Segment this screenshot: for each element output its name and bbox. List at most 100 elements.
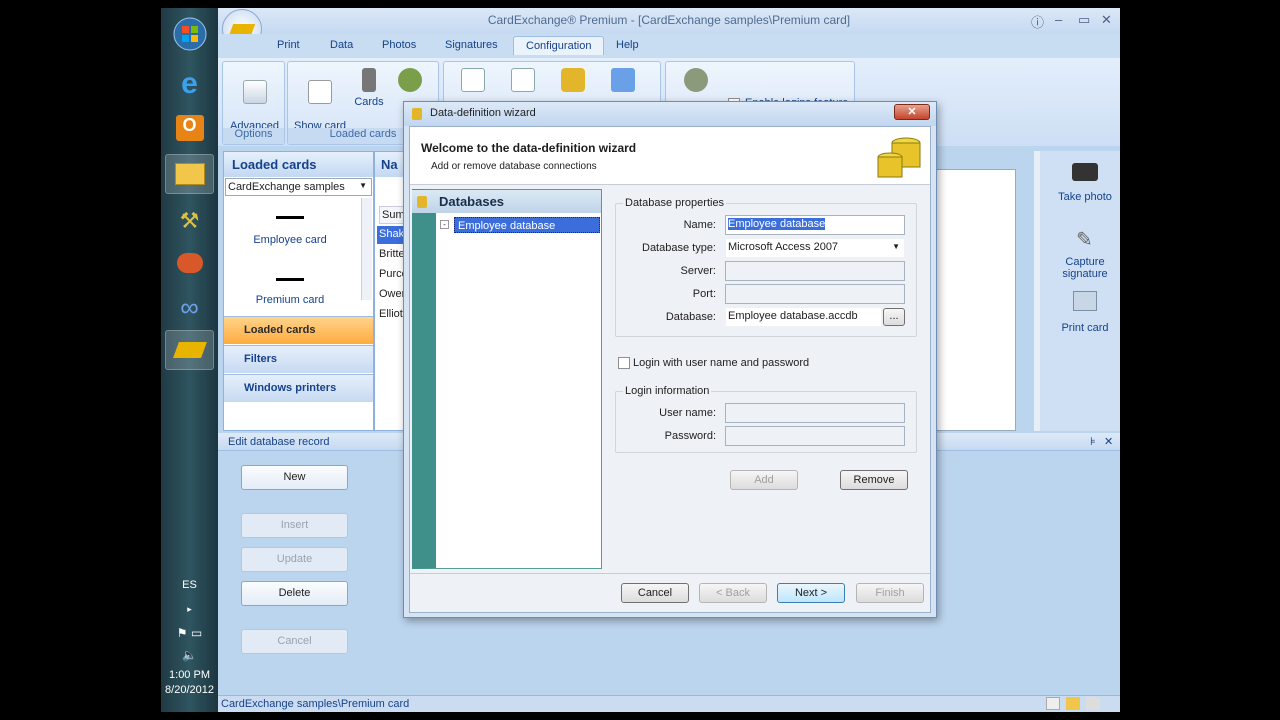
- tab-signatures[interactable]: Signatures: [445, 39, 498, 51]
- insert-button[interactable]: Insert: [241, 513, 348, 538]
- window-title: CardExchange® Premium - [CardExchange sa…: [487, 13, 851, 27]
- card-label[interactable]: Premium card: [224, 294, 356, 306]
- infinity-icon[interactable]: ∞: [165, 287, 214, 327]
- data-definition-wizard-dialog: Data-definition wizard ✕ Welcome to the …: [403, 101, 937, 618]
- language-indicator[interactable]: ES: [161, 579, 218, 591]
- database-item[interactable]: Employee database: [454, 217, 600, 233]
- card-thumbnail[interactable]: [276, 216, 304, 219]
- update-button[interactable]: Update: [241, 547, 348, 572]
- card-thumbnail[interactable]: [276, 278, 304, 281]
- tab-configuration[interactable]: Configuration: [513, 36, 605, 55]
- chevron-down-icon: ▼: [359, 181, 367, 190]
- card-list: Employee card Premium card: [224, 198, 360, 306]
- wizard-header: Welcome to the data-definition wizard Ad…: [410, 127, 930, 185]
- browse-button[interactable]: ...: [883, 308, 905, 326]
- close-button[interactable]: ✕: [1101, 12, 1112, 28]
- wizard-finish-button[interactable]: Finish: [856, 583, 924, 603]
- wizard-cancel-button[interactable]: Cancel: [621, 583, 689, 603]
- title-bar: CardExchange® Premium - [CardExchange sa…: [218, 8, 1120, 49]
- ribbon-item[interactable]: [390, 68, 430, 96]
- user-name-label: User name:: [659, 407, 716, 419]
- card-label[interactable]: Employee card: [224, 234, 356, 246]
- clock-time[interactable]: 1:00 PM: [161, 669, 218, 681]
- tab-photos[interactable]: Photos: [382, 39, 416, 51]
- tools-icon[interactable]: ⚒: [165, 201, 214, 241]
- maximize-button[interactable]: ▭: [1078, 12, 1090, 28]
- database-icon: [412, 108, 422, 120]
- help-icon[interactable]: ⓘ: [1031, 12, 1044, 31]
- internet-explorer-icon[interactable]: e: [165, 64, 214, 104]
- database-icon[interactable]: [561, 68, 585, 92]
- card-preview-area: [933, 169, 1016, 431]
- printer-icon[interactable]: [1073, 291, 1097, 311]
- wizard-back-button[interactable]: < Back: [699, 583, 767, 603]
- port-label: Port:: [692, 288, 716, 300]
- port-field[interactable]: [725, 284, 905, 304]
- close-icon[interactable]: ✕: [1104, 435, 1113, 448]
- pin-icon[interactable]: ⊧: [1090, 435, 1096, 448]
- cards-button[interactable]: Cards: [352, 68, 386, 108]
- login-information-group: Login information User name: Password:: [615, 385, 917, 453]
- nav-windows-printers[interactable]: Windows printers: [224, 374, 373, 402]
- divider: [410, 573, 930, 574]
- samples-dropdown[interactable]: CardExchange samples ▼: [225, 178, 372, 196]
- database-icon: [417, 196, 427, 208]
- minimize-button[interactable]: –: [1055, 12, 1062, 27]
- remove-button[interactable]: Remove: [840, 470, 908, 490]
- start-button[interactable]: [165, 14, 214, 54]
- status-text: CardExchange samples\Premium card: [221, 698, 410, 710]
- card-list-scrollbar[interactable]: [361, 198, 372, 300]
- dialog-close-button[interactable]: ✕: [894, 104, 930, 120]
- folder-icon[interactable]: [1066, 697, 1080, 710]
- dialog-title: Data-definition wizard: [430, 107, 536, 119]
- database-file-field[interactable]: Employee database.accdb: [725, 307, 882, 327]
- clock-date[interactable]: 8/20/2012: [161, 684, 218, 696]
- database-type-select[interactable]: Microsoft Access 2007 ▼: [725, 238, 905, 258]
- show-hidden-icon[interactable]: ▸: [161, 604, 218, 615]
- delete-button[interactable]: Delete: [241, 581, 348, 606]
- name-label: Name:: [683, 219, 716, 231]
- server-field[interactable]: [725, 261, 905, 281]
- database-label: Database:: [665, 311, 716, 323]
- user-name-field[interactable]: [725, 403, 905, 423]
- gear-icon: [242, 80, 267, 104]
- tab-print[interactable]: Print: [277, 39, 300, 51]
- status-icon[interactable]: [1086, 697, 1100, 710]
- camera-icon[interactable]: [1072, 163, 1098, 181]
- panel-title: Loaded cards: [224, 152, 373, 177]
- windows-taskbar: e O ⚒ ∞ ES ▸ ⚑ ▭ 🔈 1:00 PM 8/20/2012: [161, 8, 218, 712]
- login-checkbox-label: Login with user name and password: [633, 357, 810, 369]
- tab-help[interactable]: Help: [616, 39, 639, 51]
- users-icon[interactable]: [684, 68, 708, 92]
- cardexchange-taskbar-icon[interactable]: [165, 330, 214, 370]
- add-button[interactable]: Add: [730, 470, 798, 490]
- tree-expander-icon[interactable]: -: [440, 220, 449, 229]
- tab-data[interactable]: Data: [330, 39, 353, 51]
- take-photo-button[interactable]: Take photo: [1045, 191, 1125, 203]
- file-explorer-icon[interactable]: [165, 154, 214, 194]
- outlook-icon[interactable]: O: [165, 108, 214, 148]
- nav-loaded-cards[interactable]: Loaded cards: [224, 316, 373, 344]
- edit-icon[interactable]: [461, 68, 485, 92]
- print-card-button[interactable]: Print card: [1045, 322, 1125, 334]
- databases-header: Databases: [412, 190, 601, 213]
- name-field[interactable]: Employee database: [725, 215, 905, 235]
- edit-icon[interactable]: [611, 68, 635, 92]
- volume-icon[interactable]: 🔈: [161, 648, 218, 662]
- wizard-body: Welcome to the data-definition wizard Ad…: [409, 126, 931, 613]
- capture-signature-button[interactable]: Capture signature: [1045, 256, 1125, 280]
- status-icon[interactable]: [1046, 697, 1060, 710]
- wizard-next-button[interactable]: Next >: [777, 583, 845, 603]
- pen-icon[interactable]: ✎: [1076, 227, 1098, 251]
- databases-panel: Databases - Employee database: [412, 189, 602, 569]
- cancel-button[interactable]: Cancel: [241, 629, 348, 654]
- list-item[interactable]: Elliot: [377, 306, 405, 322]
- tray-flag-icon[interactable]: ⚑ ▭: [161, 626, 218, 640]
- app-icon[interactable]: [165, 243, 214, 283]
- new-button[interactable]: New: [241, 465, 348, 490]
- group-legend: Database properties: [623, 197, 727, 209]
- edit-icon[interactable]: [511, 68, 535, 92]
- password-field[interactable]: [725, 426, 905, 446]
- login-checkbox[interactable]: [618, 357, 630, 369]
- nav-filters[interactable]: Filters: [224, 345, 373, 373]
